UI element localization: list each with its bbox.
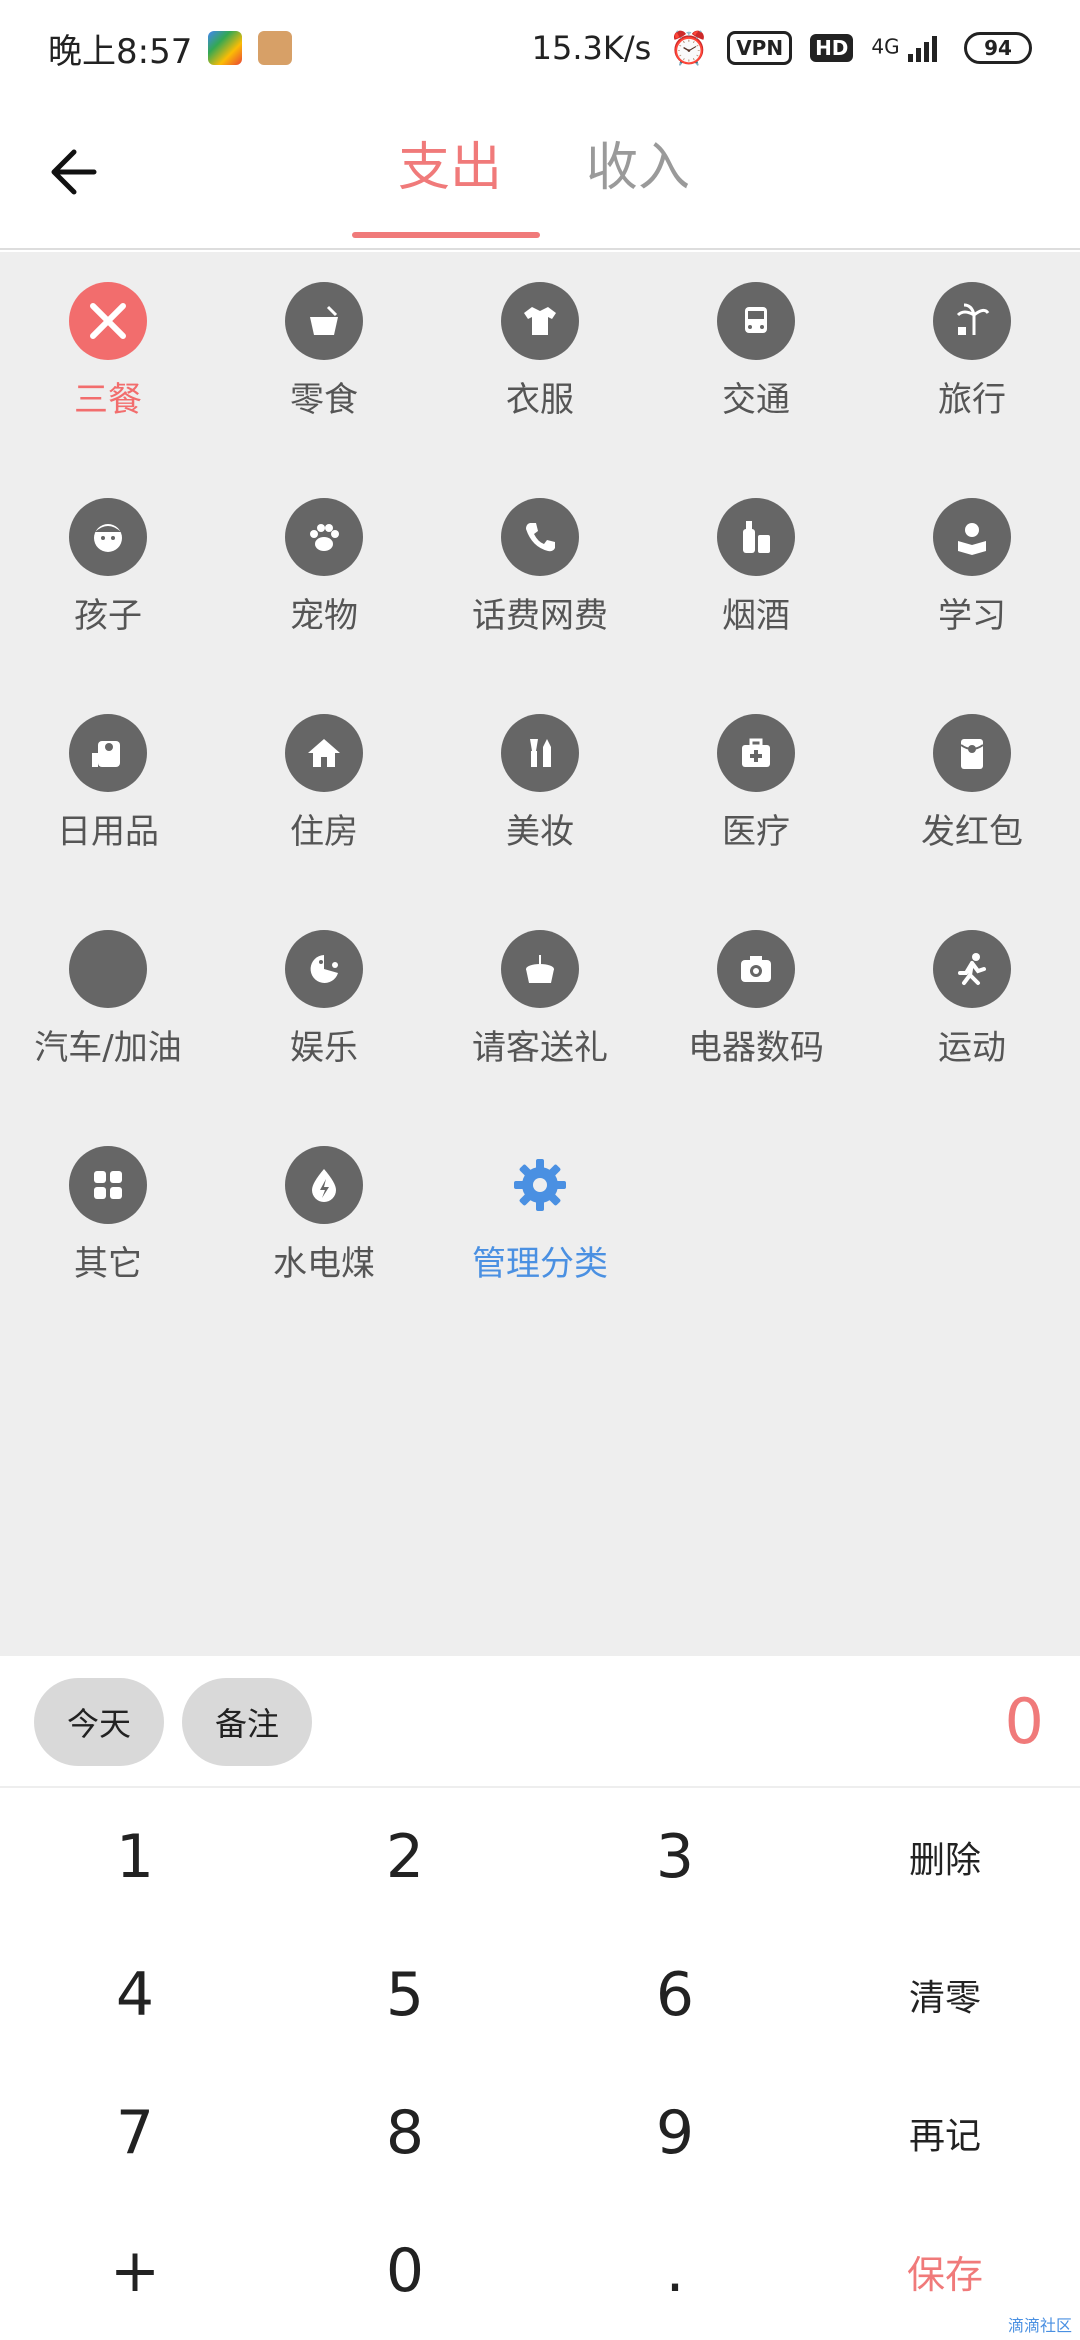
tab-indicator	[352, 232, 540, 238]
key-dot[interactable]: .	[540, 2202, 810, 2340]
game-icon	[285, 930, 363, 1008]
key-4[interactable]: 4	[0, 1926, 270, 2064]
header: 支出 收入	[0, 96, 1080, 250]
grid-icon	[69, 1146, 147, 1224]
tab-income[interactable]: 收入	[586, 132, 690, 204]
network-speed: 15.3K/s	[531, 29, 652, 67]
category-red-packet[interactable]: 发红包	[864, 684, 1080, 884]
key-1[interactable]: 1	[0, 1788, 270, 1926]
hd-icon: HD	[810, 34, 854, 62]
phone-icon	[501, 498, 579, 576]
category-daily-goods[interactable]: 日用品	[0, 684, 216, 884]
key-2[interactable]: 2	[270, 1788, 540, 1926]
palm-tree-icon	[933, 282, 1011, 360]
category-electronics[interactable]: 电器数码	[648, 900, 864, 1100]
category-travel[interactable]: 旅行	[864, 252, 1080, 452]
category-makeup[interactable]: 美妆	[432, 684, 648, 884]
key-9[interactable]: 9	[540, 2064, 810, 2202]
category-utilities[interactable]: 水电煤	[216, 1116, 432, 1316]
keypad: 1 2 3 删除 4 5 6 清零 7 8 9 再记 + 0 . 保存	[0, 1788, 1080, 2340]
toilet-paper-icon	[69, 714, 147, 792]
signal-icon: 4G	[871, 34, 946, 62]
play-store-icon	[208, 31, 243, 65]
snack-icon	[285, 282, 363, 360]
tab-expense[interactable]: 支出	[398, 132, 502, 204]
child-icon	[69, 498, 147, 576]
category-other[interactable]: 其它	[0, 1116, 216, 1316]
delete-key[interactable]: 删除	[810, 1788, 1080, 1926]
makeup-icon	[501, 714, 579, 792]
bottle-icon	[717, 498, 795, 576]
house-icon	[285, 714, 363, 792]
category-tobacco-alcohol[interactable]: 烟酒	[648, 468, 864, 668]
note-button[interactable]: 备注	[182, 1678, 312, 1766]
status-bar: 晚上8:57 15.3K/s ⏰ VPN HD 4G 94	[0, 0, 1080, 96]
red-packet-icon	[933, 714, 1011, 792]
key-0[interactable]: 0	[270, 2202, 540, 2340]
key-5[interactable]: 5	[270, 1926, 540, 2064]
shirt-icon	[501, 282, 579, 360]
key-8[interactable]: 8	[270, 2064, 540, 2202]
category-medical[interactable]: 医疗	[648, 684, 864, 884]
category-entertainment[interactable]: 娱乐	[216, 900, 432, 1100]
category-phone-bill[interactable]: 话费网费	[432, 468, 648, 668]
alarm-icon: ⏰	[669, 29, 710, 67]
category-transport[interactable]: 交通	[648, 252, 864, 452]
fork-knife-icon	[69, 282, 147, 360]
gift-icon	[501, 930, 579, 1008]
camera-icon	[717, 930, 795, 1008]
record-again-key[interactable]: 再记	[810, 2064, 1080, 2202]
category-children[interactable]: 孩子	[0, 468, 216, 668]
bus-icon	[717, 282, 795, 360]
clear-key[interactable]: 清零	[810, 1926, 1080, 2064]
category-car-fuel[interactable]: 汽车/加油	[0, 900, 216, 1100]
key-3[interactable]: 3	[540, 1788, 810, 1926]
utilities-icon	[285, 1146, 363, 1224]
category-meals[interactable]: 三餐	[0, 252, 216, 452]
key-6[interactable]: 6	[540, 1926, 810, 2064]
category-snacks[interactable]: 零食	[216, 252, 432, 452]
amount-display: 0	[1004, 1685, 1044, 1758]
category-sports[interactable]: 运动	[864, 900, 1080, 1100]
key-7[interactable]: 7	[0, 2064, 270, 2202]
gear-icon	[501, 1146, 579, 1224]
date-button[interactable]: 今天	[34, 1678, 164, 1766]
running-icon	[933, 930, 1011, 1008]
category-pets[interactable]: 宠物	[216, 468, 432, 668]
category-grid: 三餐 零食 衣服 交通 旅行 孩子 宠物 话费网费 烟酒 学习 日用品 住房 美…	[0, 252, 1080, 1656]
category-gifts[interactable]: 请客送礼	[432, 900, 648, 1100]
vpn-icon: VPN	[727, 31, 793, 65]
medkit-icon	[717, 714, 795, 792]
back-arrow-icon[interactable]	[44, 140, 108, 204]
manage-categories-button[interactable]: 管理分类	[432, 1116, 648, 1316]
reading-icon	[933, 498, 1011, 576]
entry-bar: 今天 备注 0	[0, 1656, 1080, 1788]
car-icon	[69, 930, 147, 1008]
watermark: 滴滴社区	[1007, 2316, 1072, 2335]
battery-icon: 94	[964, 32, 1032, 64]
category-study[interactable]: 学习	[864, 468, 1080, 668]
status-time: 晚上8:57	[48, 31, 193, 72]
cat-app-icon	[258, 31, 293, 65]
key-plus[interactable]: +	[0, 2202, 270, 2340]
category-clothes[interactable]: 衣服	[432, 252, 648, 452]
paw-icon	[285, 498, 363, 576]
category-housing[interactable]: 住房	[216, 684, 432, 884]
